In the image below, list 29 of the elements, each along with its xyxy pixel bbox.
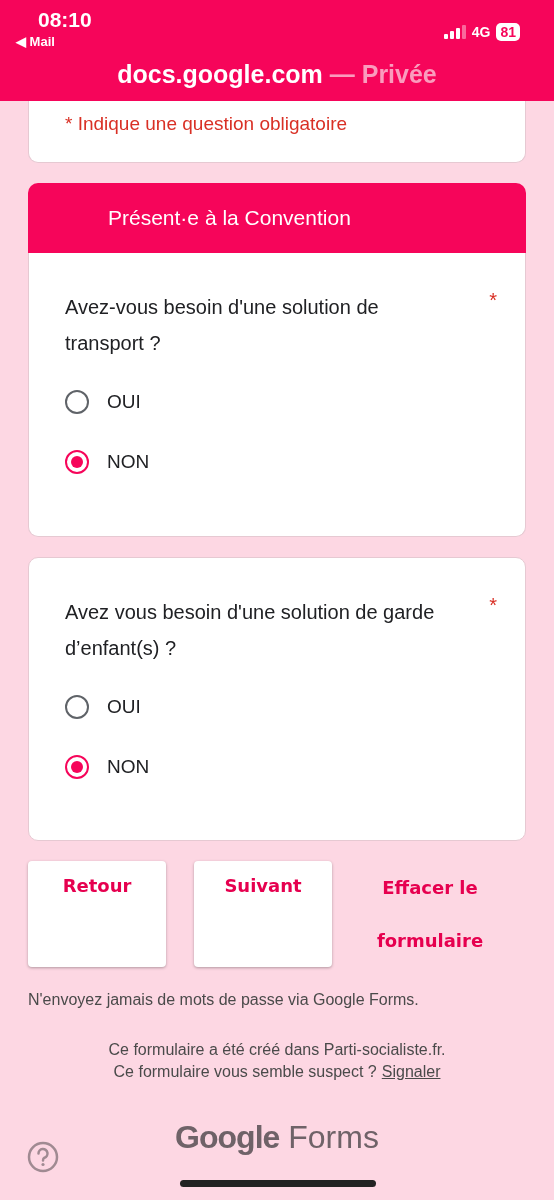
- required-mark: *: [489, 289, 497, 313]
- radio-button[interactable]: [65, 755, 89, 779]
- address-bar[interactable]: docs.google.com — Privée: [0, 60, 554, 89]
- required-mark: *: [489, 594, 497, 618]
- radio-button[interactable]: [65, 450, 89, 474]
- footer-text: Ce formulaire a été créé dans Parti-socialiste.fr.: [108, 1041, 446, 1058]
- option-label: NON: [107, 451, 150, 473]
- required-note: * Indique une question obligatoire: [65, 113, 348, 134]
- forms-logo[interactable]: Google Forms: [175, 1119, 379, 1156]
- footer-text: Ce formulaire vous semble suspect ?: [113, 1062, 377, 1082]
- password-notice: N'envoyez jamais de mots de passe via Google Forms.: [28, 991, 420, 1009]
- back-link[interactable]: ◀ Mail: [16, 34, 55, 49]
- battery-level: 81: [496, 23, 520, 41]
- status-time: 08:10: [38, 8, 92, 32]
- help-icon[interactable]: [27, 1141, 59, 1173]
- report-link[interactable]: Signaler: [381, 1061, 441, 1083]
- radio-button[interactable]: [65, 390, 89, 414]
- nav-button[interactable]: Suivant: [194, 861, 332, 967]
- network-label: 4G: [471, 24, 491, 40]
- signal-icon: [443, 25, 466, 39]
- radio-button[interactable]: [65, 695, 89, 719]
- section-title: Présent·e à la Convention: [108, 206, 351, 230]
- clear-form-button[interactable]: Effacer le formulaire: [360, 861, 500, 967]
- option-label: NON: [107, 756, 150, 778]
- nav-button[interactable]: Retour: [28, 861, 166, 967]
- question-text: Avez vous besoin d'une solution de garde d’enfant(s) ?: [65, 600, 436, 661]
- question-text: Avez-vous besoin d'une solution de transport ?: [65, 295, 380, 356]
- option-label: OUI: [107, 391, 141, 413]
- option-label: OUI: [107, 696, 141, 718]
